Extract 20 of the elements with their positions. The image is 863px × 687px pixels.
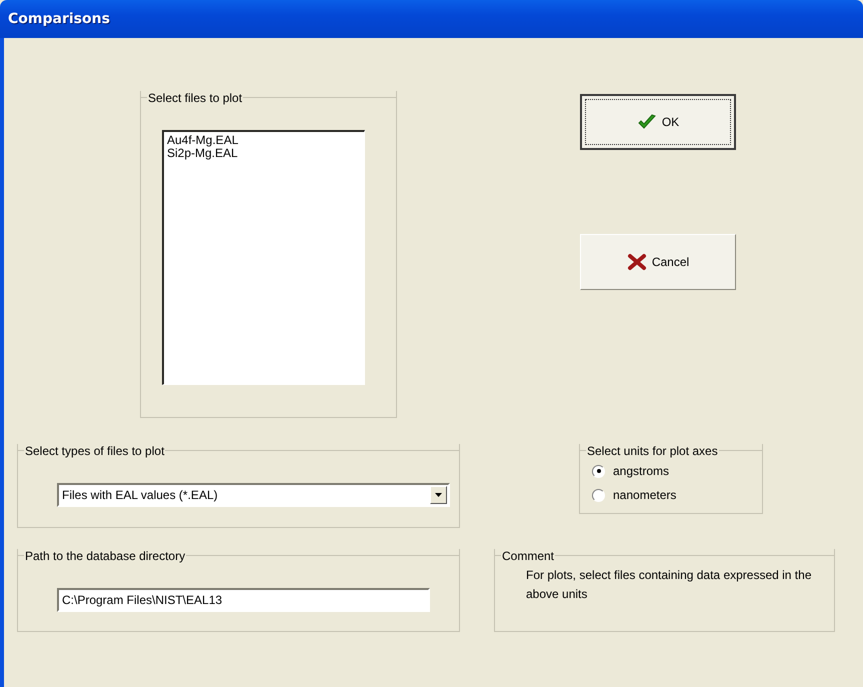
radio-button[interactable] — [592, 464, 605, 478]
dialog-button[interactable]: OK — [580, 94, 736, 150]
file-list[interactable]: Au4f-Mg.EAL Si2p-Mg.EAL — [162, 130, 365, 385]
group-label: Select types of files to plot — [24, 444, 166, 458]
window-title: Comparisons — [8, 11, 110, 27]
checkmark-icon — [636, 113, 657, 131]
group-label: Path to the database directory — [24, 548, 186, 562]
group-label: Comment — [501, 548, 556, 562]
radio-label[interactable]: nanometers — [613, 488, 676, 502]
file-list-item[interactable]: Au4f-Mg.EAL — [167, 134, 361, 147]
path-field[interactable]: C:\Program Files\NIST\EAL13 — [57, 588, 430, 612]
file-type-dropdown[interactable]: Files with EAL values (*.EAL) — [57, 483, 450, 507]
comment-text: For plots, select files containing data expressed in the above units — [526, 567, 812, 603]
radio-button[interactable] — [592, 488, 605, 502]
file-list-item[interactable]: Si2p-Mg.EAL — [167, 147, 361, 160]
group-label: Select files to plot — [147, 90, 244, 104]
dialog-button[interactable]: Cancel — [580, 234, 736, 290]
group-label: Select units for plot axes — [586, 444, 719, 458]
radio-label[interactable]: angstroms — [613, 464, 670, 478]
cross-icon — [626, 253, 647, 271]
